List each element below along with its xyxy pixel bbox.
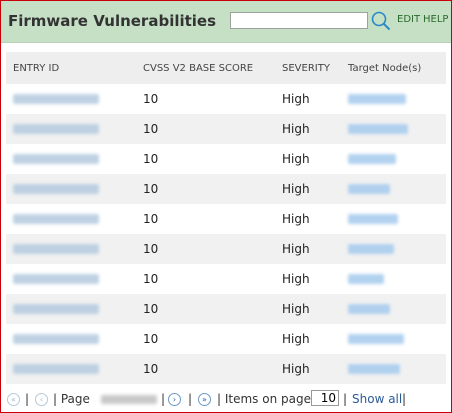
first-page-icon[interactable]: « bbox=[7, 393, 20, 406]
cvss-score-cell: 10 bbox=[143, 122, 159, 136]
table-row[interactable]: 10 High bbox=[6, 144, 446, 174]
last-page-icon[interactable]: » bbox=[198, 393, 211, 406]
target-node-cell[interactable] bbox=[348, 152, 396, 167]
column-header-severity[interactable]: SEVERITY bbox=[282, 63, 330, 74]
pager-page-label: | Page bbox=[53, 392, 90, 406]
target-node-link-redacted[interactable] bbox=[348, 364, 400, 374]
target-node-link-redacted[interactable] bbox=[348, 184, 390, 194]
table-header: ENTRY ID CVSS V2 BASE SCORE SEVERITY Tar… bbox=[6, 52, 446, 84]
cvss-score-cell: 10 bbox=[143, 182, 159, 196]
page-indicator-redacted bbox=[101, 395, 157, 404]
column-header-cvss-score[interactable]: CVSS V2 BASE SCORE bbox=[143, 63, 253, 74]
target-node-link-redacted[interactable] bbox=[348, 244, 394, 254]
target-node-link-redacted[interactable] bbox=[348, 334, 404, 344]
cvss-score-cell: 10 bbox=[143, 152, 159, 166]
table-row[interactable]: 10 High bbox=[6, 354, 446, 384]
search-icon[interactable] bbox=[370, 10, 392, 32]
panel-title: Firmware Vulnerabilities bbox=[8, 12, 217, 30]
entry-id-redacted bbox=[13, 124, 99, 134]
cvss-score-cell: 10 bbox=[143, 332, 159, 346]
entry-id-cell[interactable] bbox=[13, 332, 99, 347]
cvss-score-cell: 10 bbox=[143, 242, 159, 256]
table-row[interactable]: 10 High bbox=[6, 114, 446, 144]
cvss-score-cell: 10 bbox=[143, 272, 159, 286]
severity-cell: High bbox=[282, 122, 310, 136]
target-node-link-redacted[interactable] bbox=[348, 274, 384, 284]
severity-cell: High bbox=[282, 242, 310, 256]
table-row[interactable]: 10 High bbox=[6, 84, 446, 114]
target-node-cell[interactable] bbox=[348, 272, 384, 287]
edit-link[interactable]: EDIT bbox=[397, 14, 420, 25]
target-node-cell[interactable] bbox=[348, 182, 390, 197]
table-row[interactable]: 10 High bbox=[6, 204, 446, 234]
table-row[interactable]: 10 High bbox=[6, 294, 446, 324]
entry-id-cell[interactable] bbox=[13, 182, 99, 197]
entry-id-redacted bbox=[13, 214, 99, 224]
column-header-target-nodes[interactable]: Target Node(s) bbox=[348, 63, 421, 74]
pagination-bar: « | ‹ | Page | › | » | Items on page | S… bbox=[5, 388, 449, 410]
entry-id-redacted bbox=[13, 244, 99, 254]
cvss-score-cell: 10 bbox=[143, 92, 159, 106]
next-page-icon[interactable]: › bbox=[168, 393, 181, 406]
pager-separator: | bbox=[25, 392, 30, 406]
severity-cell: High bbox=[282, 332, 310, 346]
target-node-cell[interactable] bbox=[348, 212, 398, 227]
target-node-cell[interactable] bbox=[348, 362, 400, 377]
firmware-vulnerabilities-panel: Firmware Vulnerabilities EDIT HELP ENTRY… bbox=[0, 0, 452, 413]
panel-header: Firmware Vulnerabilities EDIT HELP bbox=[1, 1, 451, 43]
pager-separator: | bbox=[402, 392, 407, 406]
cvss-score-cell: 10 bbox=[143, 212, 159, 226]
target-node-cell[interactable] bbox=[348, 332, 404, 347]
entry-id-redacted bbox=[13, 154, 99, 164]
target-node-link-redacted[interactable] bbox=[348, 154, 396, 164]
entry-id-cell[interactable] bbox=[13, 122, 99, 137]
entry-id-cell[interactable] bbox=[13, 92, 99, 107]
show-all-link[interactable]: Show all bbox=[352, 392, 402, 406]
table-row[interactable]: 10 High bbox=[6, 234, 446, 264]
entry-id-redacted bbox=[13, 94, 99, 104]
target-node-link-redacted[interactable] bbox=[348, 124, 408, 134]
severity-cell: High bbox=[282, 212, 310, 226]
severity-cell: High bbox=[282, 182, 310, 196]
entry-id-cell[interactable] bbox=[13, 212, 99, 227]
target-node-cell[interactable] bbox=[348, 92, 406, 107]
entry-id-redacted bbox=[13, 364, 99, 374]
severity-cell: High bbox=[282, 302, 310, 316]
pager-separator: | bbox=[188, 392, 193, 406]
severity-cell: High bbox=[282, 152, 310, 166]
items-on-page-label: | Items on page bbox=[217, 392, 311, 406]
entry-id-cell[interactable] bbox=[13, 152, 99, 167]
search-input[interactable] bbox=[230, 12, 368, 29]
previous-page-icon[interactable]: ‹ bbox=[35, 393, 48, 406]
target-node-link-redacted[interactable] bbox=[348, 94, 406, 104]
target-node-cell[interactable] bbox=[348, 122, 408, 137]
column-header-entry-id[interactable]: ENTRY ID bbox=[13, 63, 59, 74]
target-node-link-redacted[interactable] bbox=[348, 214, 398, 224]
target-node-cell[interactable] bbox=[348, 302, 390, 317]
cvss-score-cell: 10 bbox=[143, 302, 159, 316]
table-row[interactable]: 10 High bbox=[6, 324, 446, 354]
vulnerabilities-table: ENTRY ID CVSS V2 BASE SCORE SEVERITY Tar… bbox=[6, 52, 446, 384]
pager-separator: | bbox=[343, 392, 348, 406]
entry-id-cell[interactable] bbox=[13, 242, 99, 257]
items-per-page-input[interactable] bbox=[311, 390, 339, 406]
entry-id-cell[interactable] bbox=[13, 302, 99, 317]
entry-id-redacted bbox=[13, 274, 99, 284]
severity-cell: High bbox=[282, 92, 310, 106]
help-link[interactable]: HELP bbox=[423, 14, 448, 25]
severity-cell: High bbox=[282, 272, 310, 286]
entry-id-redacted bbox=[13, 304, 99, 314]
entry-id-cell[interactable] bbox=[13, 362, 99, 377]
entry-id-cell[interactable] bbox=[13, 272, 99, 287]
target-node-cell[interactable] bbox=[348, 242, 394, 257]
entry-id-redacted bbox=[13, 184, 99, 194]
table-row[interactable]: 10 High bbox=[6, 174, 446, 204]
cvss-score-cell: 10 bbox=[143, 362, 159, 376]
table-row[interactable]: 10 High bbox=[6, 264, 446, 294]
severity-cell: High bbox=[282, 362, 310, 376]
entry-id-redacted bbox=[13, 334, 99, 344]
pager-separator: | bbox=[161, 392, 166, 406]
target-node-link-redacted[interactable] bbox=[348, 304, 390, 314]
